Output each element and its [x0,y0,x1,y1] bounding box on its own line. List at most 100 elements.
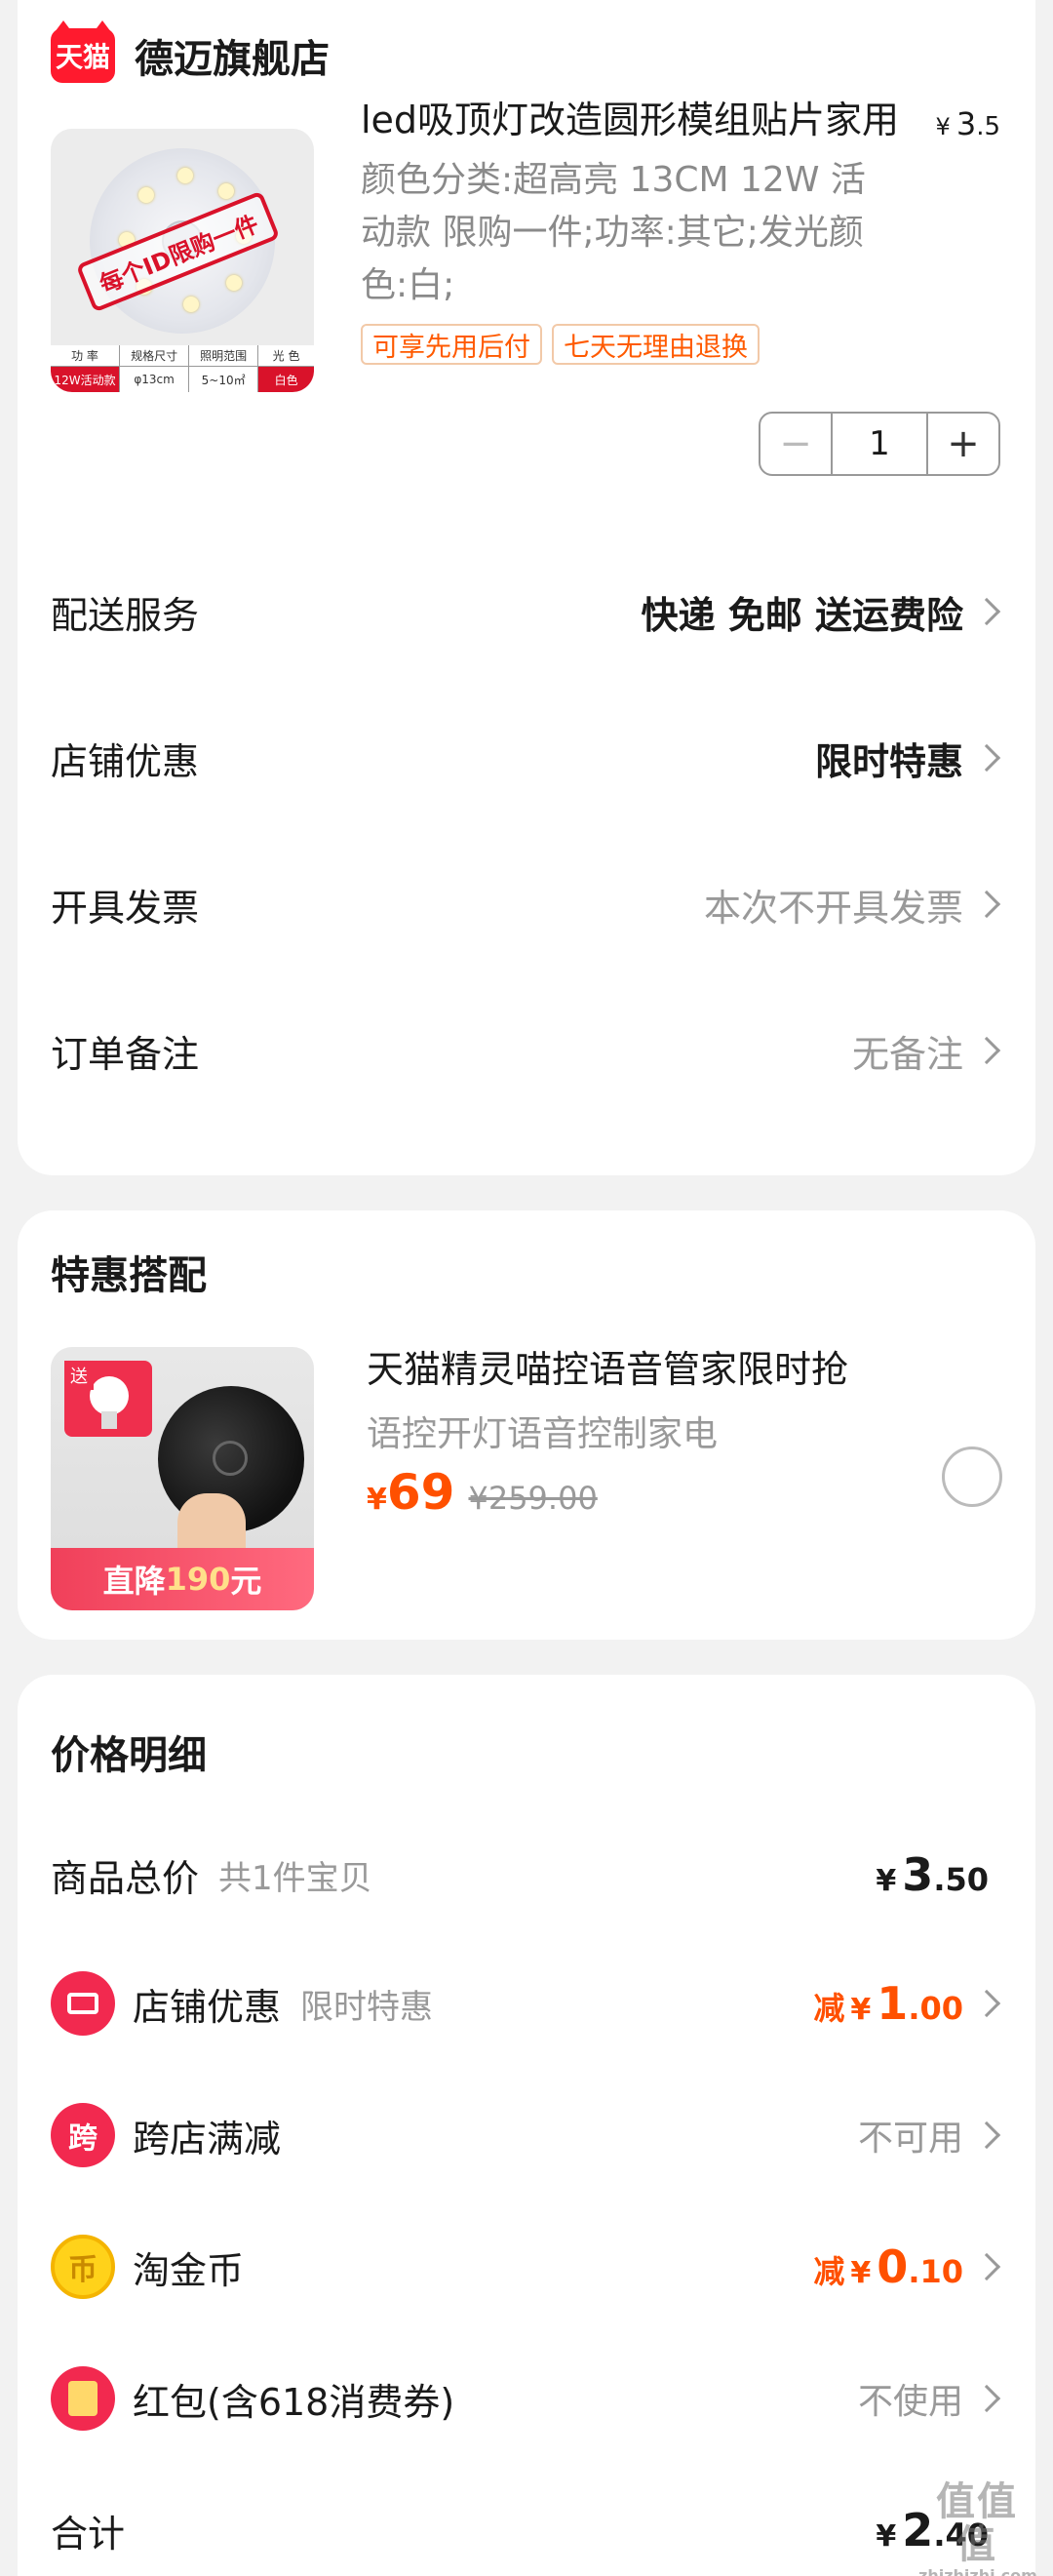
amount-int: 1 [877,1977,909,2030]
chevron-right-icon [972,743,1001,773]
combo-price-value: 69 [386,1464,455,1521]
row-value: 快递 免邮 送运费险 [641,593,963,637]
gift-bulb-image: 送 [64,1361,152,1437]
amount-dec: .00 [908,1990,963,2027]
price-dec: .5 [976,112,1000,141]
store-discount-detail-row[interactable]: 店铺优惠 限时特惠 减 ¥1.00 [51,1969,1002,2038]
watermark-text: 值值值 [936,2479,1018,2567]
chevron-right-icon [972,2252,1001,2281]
row-label: 订单备注 [51,1032,200,1076]
combo-subtitle: 语控开灯语音控制家电 [367,1414,719,1454]
red-packet-label: 红包(含618消费券) [133,2380,455,2424]
red-packet-row[interactable]: 红包(含618消费券) 不使用 [51,2364,1002,2433]
row-label: 配送服务 [51,593,200,637]
store-discount-label: 店铺优惠 [133,1985,282,2029]
combo-title[interactable]: 天猫精灵喵控语音管家限时抢 [367,1339,848,1393]
drop-prefix: 直降 [102,1563,166,1600]
coin-icon: 币 [51,2235,115,2299]
spec-value: 5~10㎡ [201,373,246,387]
store-icon [51,1971,115,2036]
grand-total-row: 合计 ¥2.40 [51,2496,1002,2564]
chevron-right-icon [972,2120,1001,2150]
spec-header: 规格尺寸 [120,345,189,367]
price-int: 3 [956,105,977,142]
price-yen: ¥ [935,113,951,140]
grand-total-label: 合计 [51,2512,126,2556]
product-title[interactable]: led吸顶灯改造圆形模组贴片家用 [361,96,926,144]
chevron-right-icon [972,2384,1001,2413]
tmall-logo-text: 天猫 [55,41,110,73]
product-tags: 可享先用后付 七天无理由退换 [361,324,760,365]
amount-int: 0 [877,2240,909,2293]
goods-total-row: 商品总价 共1件宝贝 ¥3.50 [51,1841,1002,1909]
amount-dec: .10 [908,2253,963,2290]
goods-total-label: 商品总价 [51,1856,200,1900]
row-value: 限时特惠 [814,739,963,783]
chevron-right-icon [972,1989,1001,2018]
site-watermark: 值值值 zhizhizhi.com [918,2480,1037,2576]
watermark-url: zhizhizhi.com [918,2566,1037,2576]
spec-value: φ13cm [134,373,175,386]
chevron-right-icon [972,597,1001,626]
combo-original-price: ¥259.00 [468,1480,598,1517]
drop-suffix: 元 [230,1563,262,1600]
row-value: 本次不开具发票 [703,886,963,930]
cut-label: 减 [813,2253,845,2290]
goods-count: 共1件宝贝 [218,1858,372,1898]
price-drop-band: 直降 190 元 [51,1548,314,1610]
product-image[interactable]: 每个ID限购一件 功 率 12W活动款 规格尺寸 φ13cm 照明范围 5~10㎡ 光… [51,129,314,392]
combo-price: ¥69 ¥259.00 [367,1464,598,1521]
amount-dec: .50 [933,1861,989,1898]
store-name[interactable]: 德迈旗舰店 [135,27,330,84]
taojinbi-label: 淘金币 [133,2248,245,2292]
delivery-row[interactable]: 配送服务 快递 免邮 送运费险 [51,577,1002,646]
taojinbi-row[interactable]: 币淘金币 减 ¥0.10 [51,2233,1002,2301]
store-discount-row[interactable]: 店铺优惠 限时特惠 [51,724,1002,792]
combo-product-image[interactable]: 送 直降 190 元 [51,1347,314,1610]
red-packet-value: 不使用 [857,2382,963,2422]
cross-store-row[interactable]: 跨跨店满减 不可用 [51,2101,1002,2169]
store-discount-sub: 限时特惠 [300,1987,434,2027]
chevron-right-icon [972,890,1001,919]
spec-value: 12W活动款 [51,367,120,392]
product-spec[interactable]: 颜色分类:超高亮 13CM 12W 活动款 限购一件;功率:其它;发光颜色:白; [361,154,878,312]
order-note-row[interactable]: 订单备注 无备注 [51,1016,1002,1085]
cross-store-value: 不可用 [857,2119,963,2159]
cross-store-label: 跨店满减 [133,2117,282,2160]
combo-section-title: 特惠搭配 [51,1253,207,1298]
quantity-input[interactable]: 1 [831,414,928,474]
product-price: ¥3.5 [936,105,1000,142]
spec-header: 照明范围 [189,345,258,367]
red-packet-icon [51,2366,115,2431]
product-spec-table: 功 率 12W活动款 规格尺寸 φ13cm 照明范围 5~10㎡ 光 色白色 [51,345,314,392]
row-label: 开具发票 [51,886,200,930]
price-section-title: 价格明细 [51,1733,207,1778]
amount-yen: ¥ [876,1864,897,1898]
chevron-right-icon [972,1036,1001,1065]
price-detail-card: 价格明细 商品总价 共1件宝贝 ¥3.50 店铺优惠 限时特惠 减 ¥1.00 跨跨店… [18,1675,1035,2576]
tmall-logo: 天猫 [51,20,115,83]
drop-amount: 190 [165,1561,231,1598]
amount-int: 3 [902,1848,934,1901]
store-header[interactable]: 天猫 德迈旗舰店 [51,20,330,90]
amount-yen: ¥ [850,1993,872,2027]
tag-seven-day-return: 七天无理由退换 [552,324,760,365]
combo-select-radio[interactable] [942,1447,1002,1507]
cross-store-icon: 跨 [51,2103,115,2167]
combo-card: 特惠搭配 送 直降 190 元 天猫精灵喵控语音管家限时抢 语控开灯语音控制家电 ¥… [18,1210,1035,1640]
quantity-stepper: − 1 + [759,412,1000,476]
increase-button[interactable]: + [928,414,998,474]
amount-yen: ¥ [876,2519,897,2554]
tag-pay-later: 可享先用后付 [361,324,542,365]
combo-price-yen: ¥ [367,1483,387,1517]
gift-label: 送 [64,1361,94,1390]
order-card: 天猫 德迈旗舰店 每个ID限购一件 功 率 12W活动款 规格尺寸 φ13cm 照明… [18,0,1035,1175]
spec-header: 光 色 [258,345,314,367]
row-value: 无备注 [851,1032,963,1076]
amount-yen: ¥ [850,2256,872,2290]
cut-label: 减 [813,1990,845,2027]
invoice-row[interactable]: 开具发票 本次不开具发票 [51,870,1002,938]
spec-header: 功 率 [51,345,120,367]
row-label: 店铺优惠 [51,739,200,783]
decrease-button[interactable]: − [760,414,831,474]
